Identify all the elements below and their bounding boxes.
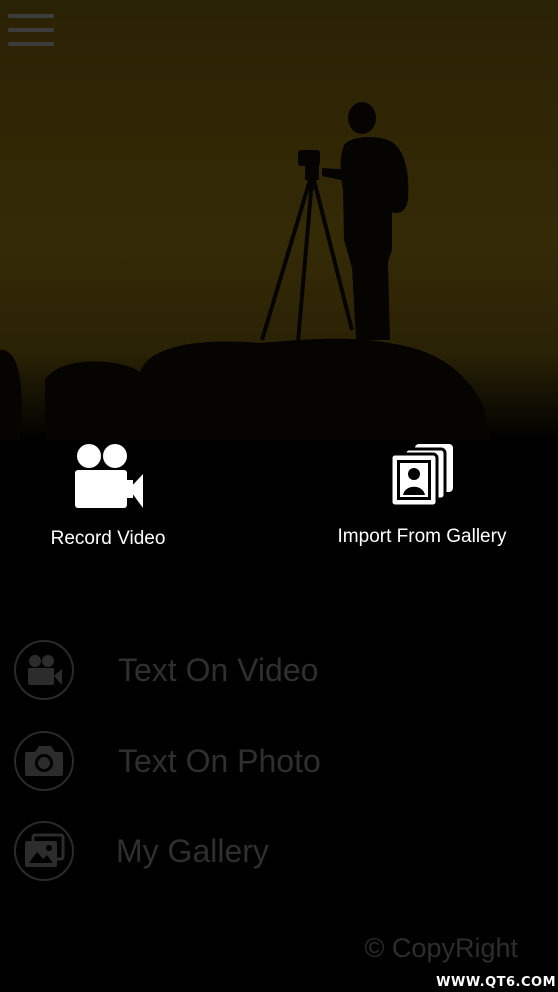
menu-button[interactable] [6,12,56,52]
video-camera-icon [75,444,143,508]
import-from-gallery-button[interactable]: Import From Gallery [322,442,522,548]
photo-gallery-icon [25,833,65,867]
menu-item-text-on-video[interactable]: Text On Video [14,640,514,704]
hamburger-line [8,42,54,46]
record-video-label: Record Video [50,528,166,549]
menu-item-label: My Gallery [116,833,269,869]
hamburger-line [8,28,54,32]
hero-image [0,0,558,440]
menu-icon-circle [14,731,74,791]
movie-camera-icon [28,655,62,685]
photographer-silhouette-image [0,0,558,440]
menu-icon-circle [14,821,74,881]
import-from-gallery-label: Import From Gallery [337,526,507,547]
copyright-text: © CopyRight [364,933,518,963]
camera-icon [25,746,63,776]
menu-item-label: Text On Photo [118,743,321,779]
menu-item-text-on-photo[interactable]: Text On Photo [14,731,514,795]
watermark-text: WWW.QT6.COM [436,975,556,990]
gallery-import-icon [389,444,453,508]
record-video-button[interactable]: Record Video [38,442,178,550]
menu-item-my-gallery[interactable]: My Gallery [14,821,514,885]
menu-icon-circle [14,640,74,700]
menu-item-label: Text On Video [118,652,319,688]
app-screen: Record Video Import From Gallery Text On… [0,0,558,992]
hamburger-menu-icon [8,14,54,18]
